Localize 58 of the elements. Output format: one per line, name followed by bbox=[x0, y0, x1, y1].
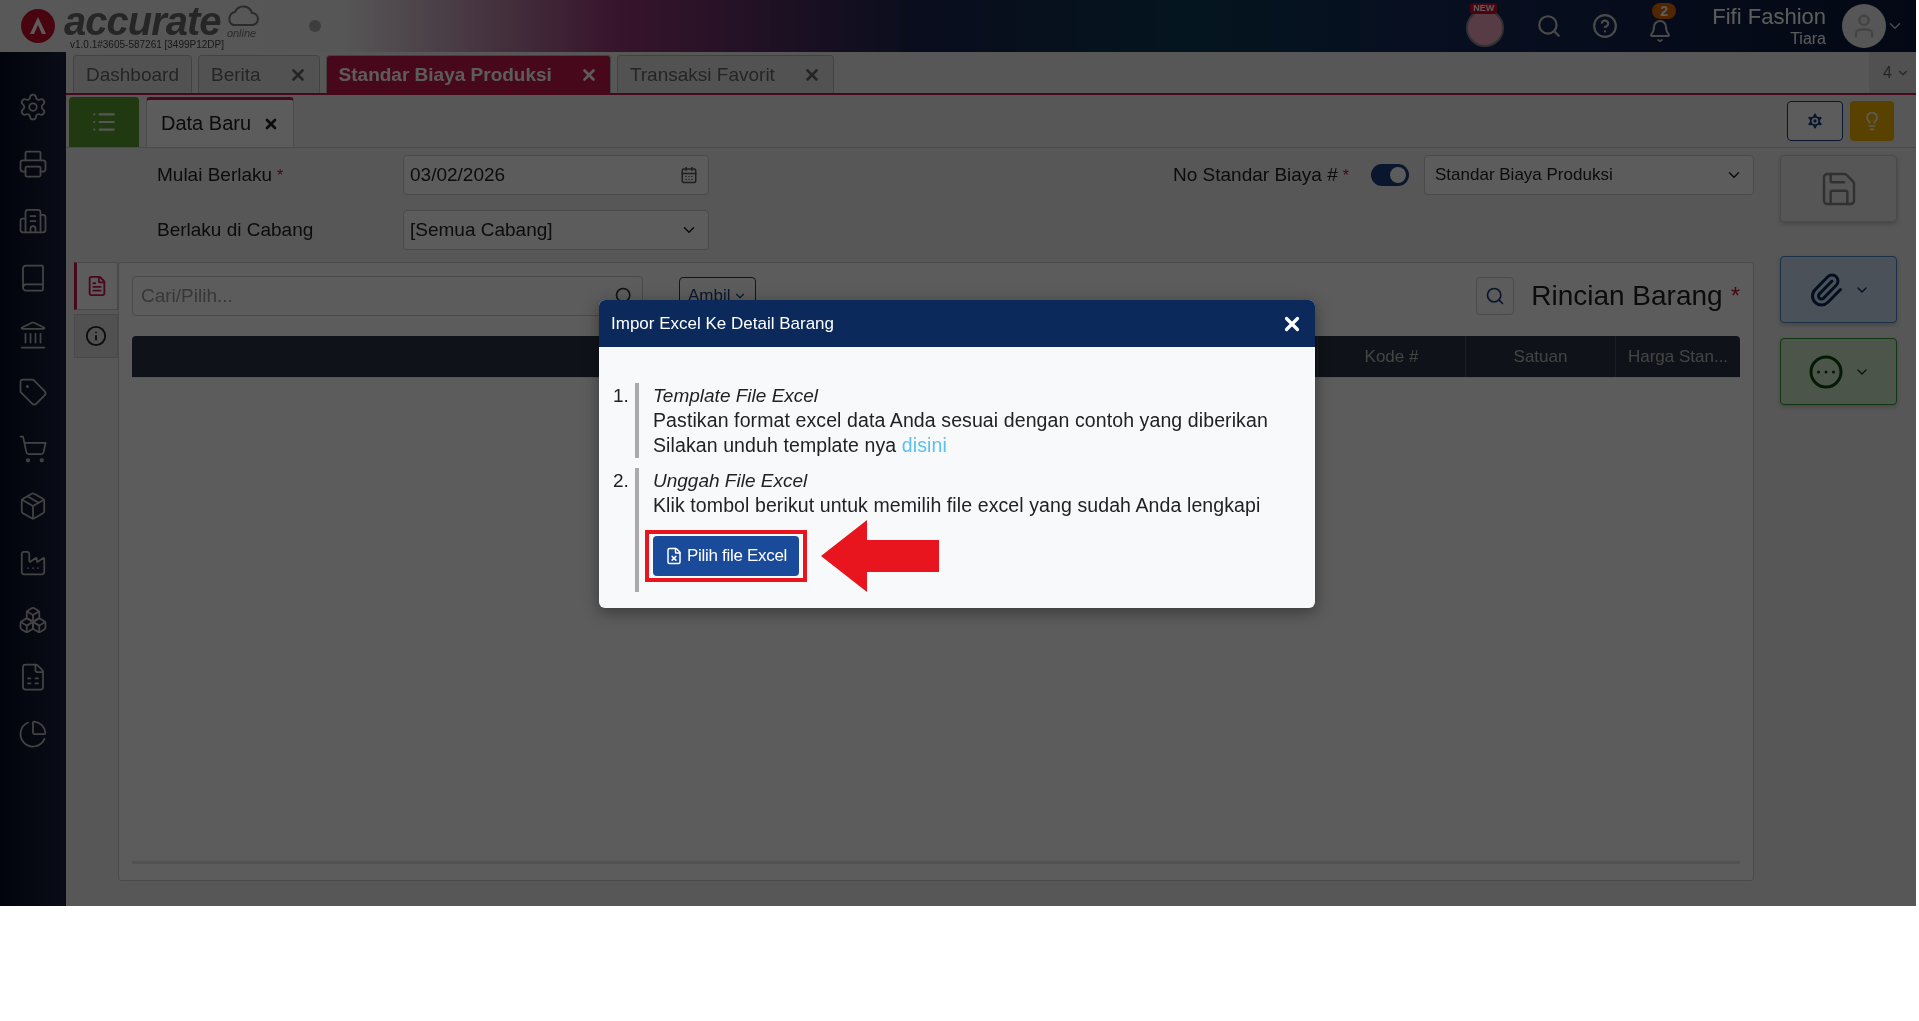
settings-icon bbox=[1805, 111, 1825, 131]
settings-icon[interactable] bbox=[18, 92, 48, 122]
required-mark: * bbox=[1730, 282, 1740, 310]
tag-icon[interactable] bbox=[18, 377, 48, 407]
cart-icon[interactable] bbox=[18, 434, 48, 464]
more-button[interactable] bbox=[1780, 338, 1897, 405]
choose-file-button[interactable]: Pilih file Excel bbox=[653, 536, 800, 576]
notification-badge: 2 bbox=[1652, 3, 1677, 19]
left-arrow-icon bbox=[821, 520, 940, 592]
step-text: Pastikan format excel data Anda sesuai dengan contoh yang diberikan bbox=[653, 408, 1268, 433]
building-icon[interactable] bbox=[18, 206, 48, 236]
search-icon[interactable] bbox=[1536, 13, 1563, 39]
download-link[interactable]: disini bbox=[901, 434, 947, 456]
date-field[interactable]: 03/02/2026 bbox=[403, 155, 709, 195]
number-type-select[interactable]: Standar Biaya Produksi bbox=[1424, 155, 1754, 195]
info-tab[interactable] bbox=[74, 314, 118, 358]
field-label: Berlaku di Cabang bbox=[157, 219, 315, 241]
form-tab[interactable]: Data Baru bbox=[146, 97, 295, 147]
step-text: Silakan unduh template nya disini bbox=[653, 433, 948, 458]
factory-icon[interactable] bbox=[18, 548, 48, 578]
section-title: Rincian Barang bbox=[1531, 280, 1723, 312]
pie-chart-icon[interactable] bbox=[18, 719, 48, 749]
step-title: Template File Excel bbox=[653, 384, 820, 408]
field-label: Mulai Berlaku * bbox=[157, 164, 285, 186]
step-title: Unggah File Excel bbox=[653, 469, 809, 493]
search-button[interactable] bbox=[1476, 277, 1515, 315]
printer-icon[interactable] bbox=[18, 149, 48, 179]
document-icon bbox=[86, 275, 108, 297]
search-icon bbox=[1485, 286, 1506, 306]
document-tab[interactable] bbox=[74, 262, 118, 310]
info-icon bbox=[85, 325, 107, 347]
package-icon[interactable] bbox=[18, 491, 48, 521]
version-text: v1.0.1#3605-587261 [3499P12DP] bbox=[70, 38, 225, 50]
step-number: 1. bbox=[613, 384, 630, 408]
settings-button[interactable] bbox=[1787, 101, 1843, 141]
company-name: Fifi Fashion bbox=[1712, 4, 1826, 30]
user-name: Tiara bbox=[1790, 30, 1826, 48]
help-icon[interactable] bbox=[1592, 13, 1619, 39]
step-text: Klik tombol berikut untuk memilih file excel yang sudah Anda lengkapi bbox=[653, 493, 1261, 518]
idea-button[interactable] bbox=[1850, 101, 1894, 141]
auto-number-toggle[interactable] bbox=[1371, 164, 1409, 186]
status-dot bbox=[308, 20, 321, 32]
calendar-icon bbox=[680, 166, 698, 184]
excel-file-icon bbox=[665, 547, 683, 565]
page-tab[interactable]: Standar Biaya Produksi bbox=[325, 55, 611, 93]
dialog-title: Impor Excel Ke Detail Barang bbox=[611, 313, 834, 334]
branch-select[interactable]: [Semua Cabang] bbox=[403, 210, 709, 250]
attachment-button[interactable] bbox=[1780, 256, 1897, 323]
list-button[interactable] bbox=[69, 97, 139, 147]
boxes-icon[interactable] bbox=[18, 605, 48, 635]
field-label: No Standar Biaya # * bbox=[1173, 164, 1349, 186]
save-button[interactable] bbox=[1780, 155, 1897, 222]
bank-icon[interactable] bbox=[18, 320, 48, 350]
notification-icon[interactable] bbox=[1648, 19, 1673, 43]
more-icon bbox=[1807, 353, 1844, 390]
logo-icon bbox=[20, 8, 56, 44]
user-avatar[interactable] bbox=[1842, 4, 1886, 48]
step-number: 2. bbox=[613, 469, 630, 493]
